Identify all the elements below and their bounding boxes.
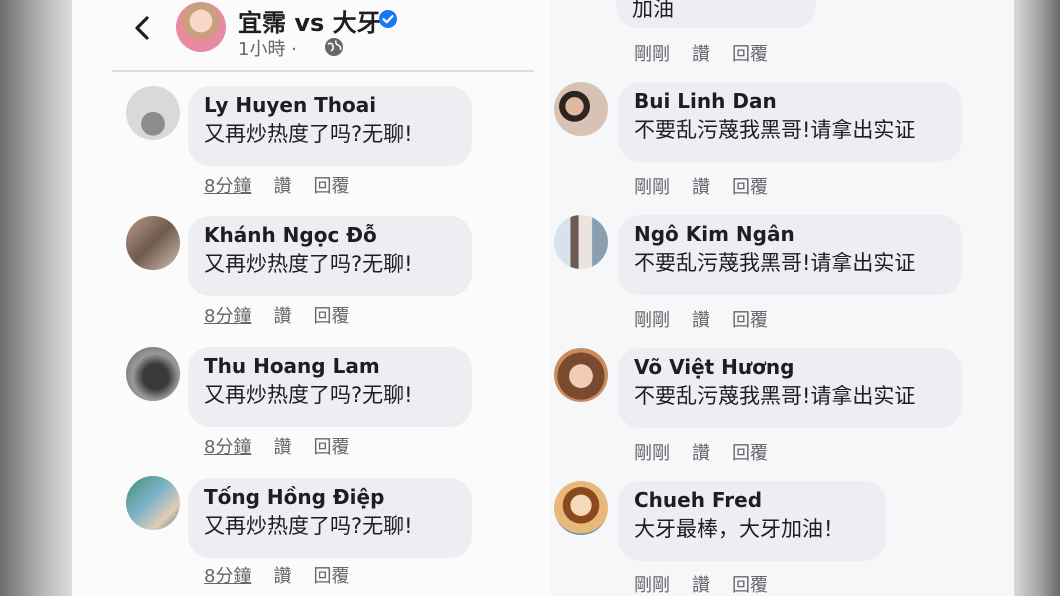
like-button[interactable]: 讚 bbox=[273, 302, 291, 328]
comment-time[interactable]: 剛剛 bbox=[634, 40, 670, 66]
reply-button[interactable]: 回覆 bbox=[313, 433, 349, 459]
commenter-avatar[interactable] bbox=[554, 215, 608, 269]
comment-author[interactable]: Tống Hồng Điệp bbox=[204, 485, 456, 509]
like-button[interactable]: 讚 bbox=[692, 571, 710, 596]
comment-actions: 剛剛讚回覆 bbox=[634, 173, 790, 199]
comment-text: 不要乱污蔑我黑哥!请拿出实证 bbox=[634, 118, 916, 142]
comment-bubble: Ly Huyen Thoai 又再炒热度了吗?无聊! bbox=[188, 86, 472, 166]
comment-author[interactable]: Thu Hoang Lam bbox=[204, 354, 456, 378]
comment-actions: 8分鐘讚回覆 bbox=[204, 302, 371, 328]
comment-actions: 剛剛讚回覆 bbox=[634, 40, 790, 66]
reply-button[interactable]: 回覆 bbox=[313, 562, 349, 588]
comment-author[interactable]: Võ Việt Hương bbox=[634, 355, 946, 379]
comment-time[interactable]: 剛剛 bbox=[634, 306, 670, 332]
comment-bubble: Chueh Fred 大牙最棒，大牙加油！ bbox=[618, 481, 886, 561]
commenter-avatar[interactable] bbox=[554, 82, 608, 136]
photo-backdrop-left bbox=[0, 0, 72, 596]
comment-text: 又再炒热度了吗?无聊! bbox=[204, 122, 413, 146]
comment-actions: 剛剛讚回覆 bbox=[634, 439, 790, 465]
reply-button[interactable]: 回覆 bbox=[732, 173, 768, 199]
comment-bubble: Võ Việt Hương 不要乱污蔑我黑哥!请拿出实证 bbox=[618, 348, 962, 428]
comment-actions: 8分鐘讚回覆 bbox=[204, 172, 371, 198]
poster-avatar[interactable] bbox=[176, 2, 226, 52]
comment-author[interactable]: Bui Linh Dan bbox=[634, 89, 946, 113]
comment-time[interactable]: 8分鐘 bbox=[204, 302, 251, 328]
comment-text: 又再炒热度了吗?无聊! bbox=[204, 514, 413, 538]
comment-text: 加油 bbox=[632, 0, 674, 21]
like-button[interactable]: 讚 bbox=[692, 306, 710, 332]
commenter-avatar[interactable] bbox=[126, 86, 180, 140]
comment-bubble: Tống Hồng Điệp 又再炒热度了吗?无聊! bbox=[188, 478, 472, 558]
commenter-avatar[interactable] bbox=[126, 216, 180, 270]
comment-time[interactable]: 8分鐘 bbox=[204, 172, 251, 198]
verified-badge-icon bbox=[378, 9, 398, 29]
comment-text: 不要乱污蔑我黑哥!请拿出实证 bbox=[634, 384, 916, 408]
like-button[interactable]: 讚 bbox=[692, 439, 710, 465]
comment-actions: 8分鐘讚回覆 bbox=[204, 433, 371, 459]
like-button[interactable]: 讚 bbox=[273, 433, 291, 459]
comment-author[interactable]: Chueh Fred bbox=[634, 488, 870, 512]
photo-backdrop-right bbox=[1014, 0, 1060, 596]
comment-text: 又再炒热度了吗?无聊! bbox=[204, 252, 413, 276]
reply-button[interactable]: 回覆 bbox=[732, 40, 768, 66]
like-button[interactable]: 讚 bbox=[273, 562, 291, 588]
header-divider bbox=[112, 70, 534, 72]
comment-text: 大牙最棒，大牙加油！ bbox=[634, 517, 844, 541]
comment-bubble: Khánh Ngọc Đỗ 又再炒热度了吗?无聊! bbox=[188, 216, 472, 296]
comment-actions: 剛剛讚回覆 bbox=[634, 571, 790, 596]
comment-author[interactable]: Ly Huyen Thoai bbox=[204, 93, 456, 117]
post-header: 宜霈 vs 大牙 1小時 · bbox=[72, 0, 550, 72]
comment-time[interactable]: 8分鐘 bbox=[204, 562, 251, 588]
like-button[interactable]: 讚 bbox=[692, 40, 710, 66]
post-timestamp: 1小時 · bbox=[238, 39, 297, 60]
reply-button[interactable]: 回覆 bbox=[313, 302, 349, 328]
comment-text: 不要乱污蔑我黑哥!请拿出实证 bbox=[634, 251, 916, 275]
like-button[interactable]: 讚 bbox=[692, 173, 710, 199]
comment-author[interactable]: Khánh Ngọc Đỗ bbox=[204, 223, 456, 247]
like-button[interactable]: 讚 bbox=[273, 172, 291, 198]
comment-bubble: Thu Hoang Lam 又再炒热度了吗?无聊! bbox=[188, 347, 472, 427]
globe-icon bbox=[324, 37, 344, 57]
commenter-avatar[interactable] bbox=[126, 476, 180, 530]
comment-actions: 8分鐘讚回覆 bbox=[204, 562, 371, 588]
comment-actions: 剛剛讚回覆 bbox=[634, 306, 790, 332]
reply-button[interactable]: 回覆 bbox=[732, 439, 768, 465]
comment-time[interactable]: 8分鐘 bbox=[204, 433, 251, 459]
commenter-avatar[interactable] bbox=[554, 481, 608, 535]
comment-bubble: Ngô Kim Ngân 不要乱污蔑我黑哥!请拿出实证 bbox=[618, 215, 962, 295]
comment-text: 又再炒热度了吗?无聊! bbox=[204, 383, 413, 407]
comment-bubble: Bui Linh Dan 不要乱污蔑我黑哥!请拿出实证 bbox=[618, 82, 962, 162]
back-arrow-icon[interactable] bbox=[130, 14, 154, 42]
comment-bubble: 加油 bbox=[616, 0, 816, 28]
reply-button[interactable]: 回覆 bbox=[732, 571, 768, 596]
post-title[interactable]: 宜霈 vs 大牙 bbox=[238, 3, 381, 38]
left-comment-panel: 宜霈 vs 大牙 1小時 · Ly Huyen Thoai 又再炒热度了吗?无聊… bbox=[72, 0, 550, 596]
comment-time[interactable]: 剛剛 bbox=[634, 571, 670, 596]
commenter-avatar[interactable] bbox=[554, 348, 608, 402]
reply-button[interactable]: 回覆 bbox=[732, 306, 768, 332]
comment-time[interactable]: 剛剛 bbox=[634, 173, 670, 199]
commenter-avatar[interactable] bbox=[126, 347, 180, 401]
right-comment-panel: 加油 剛剛讚回覆 Bui Linh Dan 不要乱污蔑我黑哥!请拿出实证 剛剛讚… bbox=[550, 0, 1014, 596]
comment-time[interactable]: 剛剛 bbox=[634, 439, 670, 465]
comment-author[interactable]: Ngô Kim Ngân bbox=[634, 222, 946, 246]
reply-button[interactable]: 回覆 bbox=[313, 172, 349, 198]
